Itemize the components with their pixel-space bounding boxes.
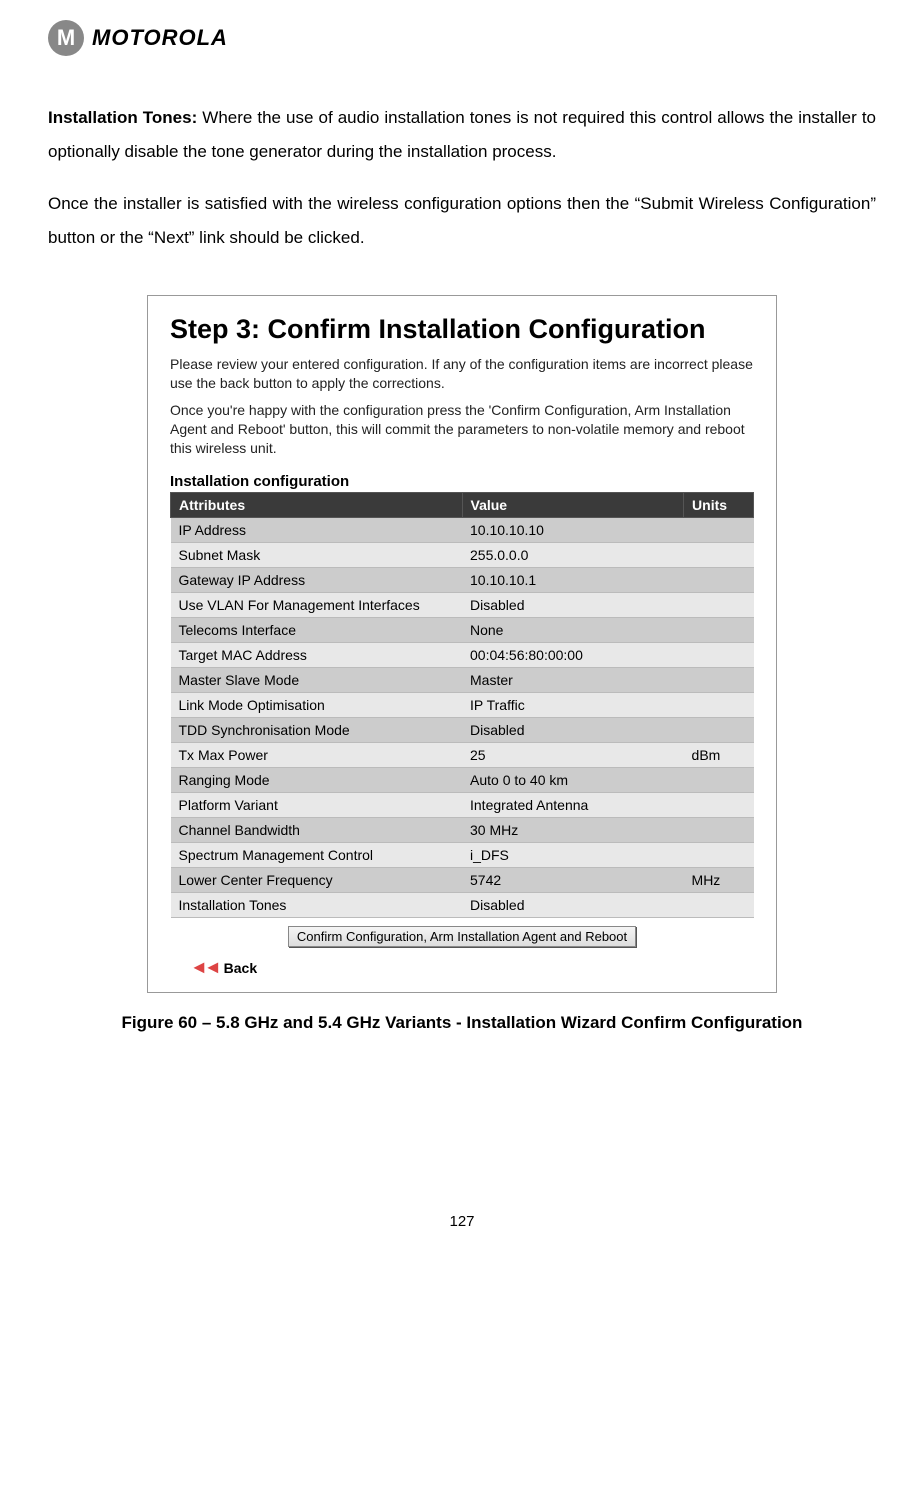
header-units: Units <box>684 493 754 518</box>
cell-attr: Platform Variant <box>171 793 463 818</box>
cell-units <box>684 643 754 668</box>
page-number: 127 <box>48 1213 876 1230</box>
cell-attr: Use VLAN For Management Interfaces <box>171 593 463 618</box>
cell-units <box>684 593 754 618</box>
back-label: Back <box>224 960 257 976</box>
cell-value: Disabled <box>462 893 684 918</box>
cell-attr: Spectrum Management Control <box>171 843 463 868</box>
cell-attr: Tx Max Power <box>171 743 463 768</box>
cell-value: 00:04:56:80:00:00 <box>462 643 684 668</box>
brand-name: MOTOROLA <box>92 25 228 51</box>
cell-units <box>684 793 754 818</box>
cell-value: 10.10.10.1 <box>462 568 684 593</box>
cell-value: Master <box>462 668 684 693</box>
table-row: Platform VariantIntegrated Antenna <box>171 793 754 818</box>
paragraph-submit: Once the installer is satisfied with the… <box>48 187 876 255</box>
cell-value: Auto 0 to 40 km <box>462 768 684 793</box>
cell-value: 25 <box>462 743 684 768</box>
cell-value: i_DFS <box>462 843 684 868</box>
confirm-button[interactable]: Confirm Configuration, Arm Installation … <box>288 926 636 947</box>
table-row: TDD Synchronisation ModeDisabled <box>171 718 754 743</box>
table-row: Target MAC Address00:04:56:80:00:00 <box>171 643 754 668</box>
brand-logo: M MOTOROLA <box>48 20 876 56</box>
motorola-logo-icon: M <box>48 20 84 56</box>
cell-units <box>684 768 754 793</box>
table-row: Lower Center Frequency5742MHz <box>171 868 754 893</box>
back-link[interactable]: ◄◄ Back <box>170 951 754 978</box>
cell-attr: Subnet Mask <box>171 543 463 568</box>
cell-value: None <box>462 618 684 643</box>
intro-text-1: Please review your entered configuration… <box>170 355 754 393</box>
cell-value: 5742 <box>462 868 684 893</box>
back-arrow-icon: ◄◄ <box>190 957 218 978</box>
step-title: Step 3: Confirm Installation Configurati… <box>170 314 754 345</box>
cell-units: dBm <box>684 743 754 768</box>
cell-units <box>684 718 754 743</box>
cell-attr: Master Slave Mode <box>171 668 463 693</box>
cell-value: 255.0.0.0 <box>462 543 684 568</box>
cell-units <box>684 693 754 718</box>
cell-units <box>684 668 754 693</box>
cell-value: 30 MHz <box>462 818 684 843</box>
cell-attr: Channel Bandwidth <box>171 818 463 843</box>
cell-value: Disabled <box>462 718 684 743</box>
cell-units <box>684 518 754 543</box>
cell-units: MHz <box>684 868 754 893</box>
logo-mark: M <box>57 25 75 51</box>
cell-attr: Gateway IP Address <box>171 568 463 593</box>
table-row: Channel Bandwidth30 MHz <box>171 818 754 843</box>
cell-value: IP Traffic <box>462 693 684 718</box>
section-heading: Installation configuration <box>170 473 754 490</box>
label-installation-tones: Installation Tones: <box>48 108 197 127</box>
table-row: Master Slave ModeMaster <box>171 668 754 693</box>
table-row: Link Mode OptimisationIP Traffic <box>171 693 754 718</box>
paragraph-installation-tones: Installation Tones: Where the use of aud… <box>48 101 876 169</box>
button-row: Confirm Configuration, Arm Installation … <box>170 918 754 951</box>
cell-attr: Lower Center Frequency <box>171 868 463 893</box>
header-attributes: Attributes <box>171 493 463 518</box>
table-row: Gateway IP Address10.10.10.1 <box>171 568 754 593</box>
table-row: Tx Max Power25dBm <box>171 743 754 768</box>
table-row: Subnet Mask255.0.0.0 <box>171 543 754 568</box>
intro-text-2: Once you're happy with the configuration… <box>170 401 754 458</box>
figure-caption: Figure 60 – 5.8 GHz and 5.4 GHz Variants… <box>48 1013 876 1033</box>
cell-attr: Installation Tones <box>171 893 463 918</box>
config-table: Attributes Value Units IP Address10.10.1… <box>170 492 754 918</box>
cell-value: Disabled <box>462 593 684 618</box>
cell-attr: TDD Synchronisation Mode <box>171 718 463 743</box>
cell-units <box>684 543 754 568</box>
header-value: Value <box>462 493 684 518</box>
table-header-row: Attributes Value Units <box>171 493 754 518</box>
table-row: IP Address10.10.10.10 <box>171 518 754 543</box>
table-row: Ranging ModeAuto 0 to 40 km <box>171 768 754 793</box>
cell-attr: IP Address <box>171 518 463 543</box>
cell-units <box>684 818 754 843</box>
cell-value: 10.10.10.10 <box>462 518 684 543</box>
table-row: Installation TonesDisabled <box>171 893 754 918</box>
cell-units <box>684 893 754 918</box>
cell-units <box>684 843 754 868</box>
cell-attr: Link Mode Optimisation <box>171 693 463 718</box>
cell-attr: Target MAC Address <box>171 643 463 668</box>
cell-units <box>684 618 754 643</box>
cell-attr: Telecoms Interface <box>171 618 463 643</box>
table-row: Spectrum Management Controli_DFS <box>171 843 754 868</box>
table-row: Telecoms InterfaceNone <box>171 618 754 643</box>
table-row: Use VLAN For Management InterfacesDisabl… <box>171 593 754 618</box>
cell-units <box>684 568 754 593</box>
screenshot-frame: Step 3: Confirm Installation Configurati… <box>147 295 777 993</box>
cell-attr: Ranging Mode <box>171 768 463 793</box>
cell-value: Integrated Antenna <box>462 793 684 818</box>
